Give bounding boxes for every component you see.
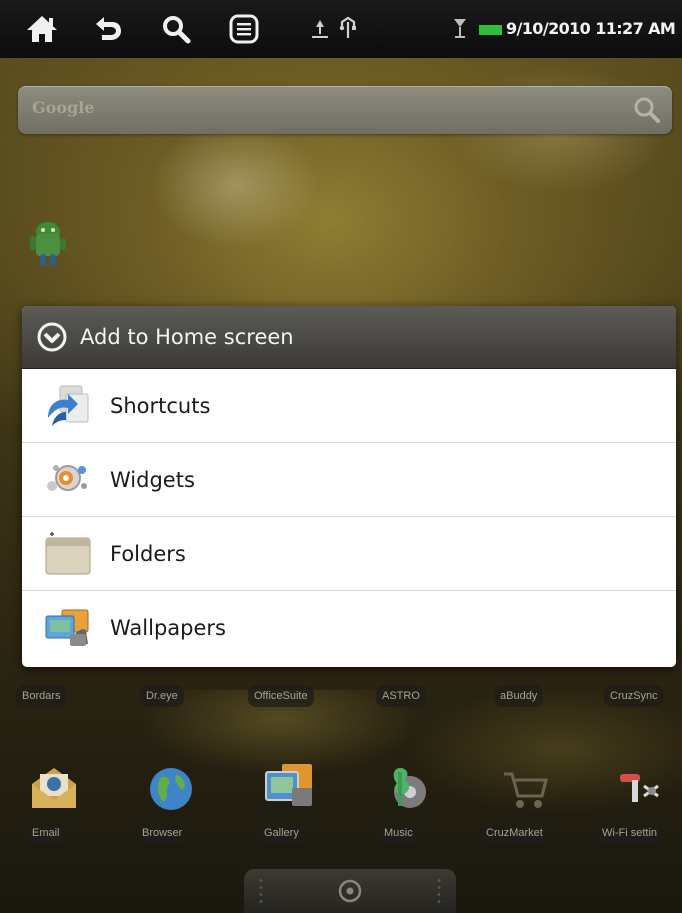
wallpaper-glow [0, 690, 682, 860]
email-icon[interactable] [28, 762, 80, 818]
app-label[interactable]: Email [26, 822, 66, 844]
status-clock: 9/10/2010 11:27 AM [506, 19, 676, 38]
circle-chevron-down-icon [36, 321, 68, 353]
widgets-icon [42, 456, 102, 504]
android-shortcut-icon[interactable] [26, 216, 74, 276]
home-icon[interactable] [22, 10, 62, 48]
browser-icon[interactable] [146, 764, 196, 818]
gallery-icon[interactable] [262, 760, 318, 818]
app-label[interactable]: OfficeSuite [248, 685, 314, 707]
menu-item-folders[interactable]: Folders [22, 517, 676, 591]
app-label[interactable]: aBuddy [494, 685, 544, 707]
app-label[interactable]: CruzMarket [480, 822, 549, 844]
search-placeholder: Google [32, 98, 95, 117]
wallpapers-icon [42, 604, 102, 652]
signal-icon [452, 16, 468, 44]
launcher-handle[interactable] [244, 869, 456, 913]
music-icon[interactable] [380, 762, 432, 820]
app-label[interactable]: Browser [136, 822, 189, 844]
add-to-home-dialog: Add to Home screen Shortcuts Widgets Fol… [22, 306, 676, 667]
status-bar: 9/10/2010 11:27 AM [0, 0, 682, 58]
app-label[interactable]: Wi-Fi settin [596, 822, 663, 844]
dialog-header: Add to Home screen [22, 306, 676, 369]
menu-item-label: Folders [110, 541, 186, 566]
launcher-handle-icon[interactable] [336, 877, 364, 905]
menu-item-label: Wallpapers [110, 615, 226, 640]
grip-right [436, 877, 442, 905]
home-screen: 9/10/2010 11:27 AM Google Add to Home sc… [0, 0, 682, 913]
google-search-bar[interactable]: Google [18, 86, 672, 134]
magnifier-icon[interactable] [632, 95, 662, 129]
usb-connection-icon [336, 14, 360, 44]
app-label[interactable]: Music [378, 822, 419, 844]
menu-icon[interactable] [224, 10, 264, 48]
menu-item-wallpapers[interactable]: Wallpapers [22, 591, 676, 664]
wifi-settings-icon[interactable] [614, 764, 666, 820]
menu-item-shortcuts[interactable]: Shortcuts [22, 369, 676, 443]
search-icon[interactable] [156, 10, 196, 48]
app-label[interactable]: Gallery [258, 822, 305, 844]
app-label[interactable]: ASTRO [376, 685, 426, 707]
grip-left [258, 877, 264, 905]
app-label[interactable]: CruzSync [604, 685, 664, 707]
usb-debug-icon [310, 18, 330, 44]
menu-item-label: Widgets [110, 467, 195, 492]
shortcuts-icon [42, 382, 102, 430]
dialog-title: Add to Home screen [80, 325, 294, 349]
battery-icon [478, 22, 504, 41]
cart-icon[interactable] [500, 766, 552, 818]
back-icon[interactable] [88, 10, 128, 48]
folder-icon [42, 530, 102, 578]
app-label[interactable]: Dr.eye [140, 685, 184, 707]
menu-item-widgets[interactable]: Widgets [22, 443, 676, 517]
menu-item-label: Shortcuts [110, 393, 211, 418]
app-label[interactable]: Bordars [16, 685, 67, 707]
